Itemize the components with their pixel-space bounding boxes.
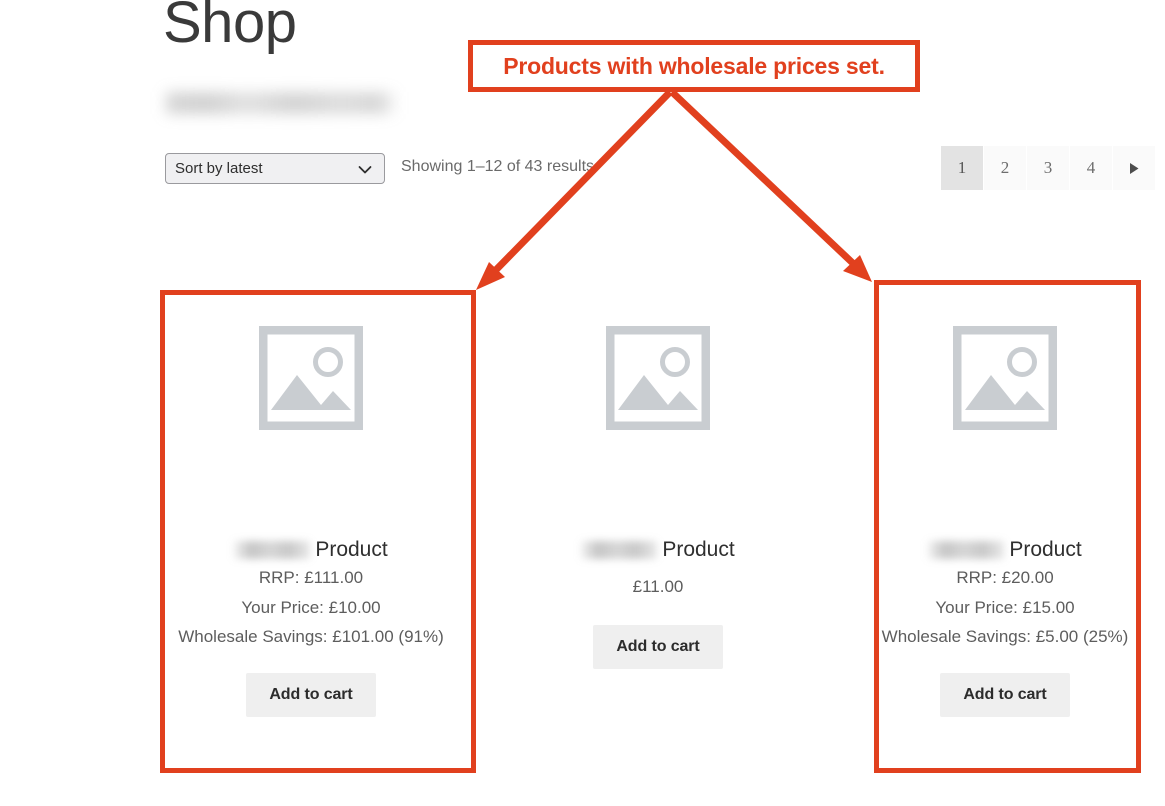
product-rrp: RRP: £111.00 xyxy=(258,568,364,588)
product-card[interactable]: Product £11.00 Add to cart xyxy=(510,230,806,669)
add-to-cart-button[interactable]: Add to cart xyxy=(940,673,1070,717)
pagination: 1 2 3 4 xyxy=(941,146,1155,190)
shop-page: Shop Sort by latest Showing 1–12 of 43 r… xyxy=(0,0,1165,806)
page-title: Shop xyxy=(163,0,297,55)
product-wholesale-savings: Wholesale Savings: £101.00 (91%) xyxy=(178,626,444,646)
pagination-page-1[interactable]: 1 xyxy=(941,146,983,190)
image-placeholder-icon xyxy=(163,230,459,526)
add-to-cart-button[interactable]: Add to cart xyxy=(593,624,723,669)
product-wholesale-savings: Wholesale Savings: £5.00 (25%) xyxy=(881,626,1129,646)
product-title-suffix: Product xyxy=(1009,538,1082,561)
pagination-page-2[interactable]: 2 xyxy=(984,146,1026,190)
product-title[interactable]: Product xyxy=(163,536,459,563)
image-placeholder-icon xyxy=(510,230,806,526)
image-placeholder-icon xyxy=(857,230,1153,526)
result-count: Showing 1–12 of 43 results xyxy=(401,158,595,175)
product-your-price: Your Price: £15.00 xyxy=(935,597,1075,617)
annotation-callout: Products with wholesale prices set. xyxy=(468,40,920,92)
pagination-page-4[interactable]: 4 xyxy=(1070,146,1112,190)
next-page-arrow-icon[interactable] xyxy=(1113,146,1155,190)
redacted-product-name xyxy=(581,540,658,559)
product-price: £11.00 xyxy=(632,577,684,597)
annotation-callout-text: Products with wholesale prices set. xyxy=(503,52,885,79)
product-title[interactable]: Product xyxy=(857,536,1153,563)
product-your-price: Your Price: £10.00 xyxy=(241,597,381,617)
add-to-cart-button[interactable]: Add to cart xyxy=(246,673,376,717)
redacted-subtitle xyxy=(166,92,398,114)
sort-select[interactable]: Sort by latest xyxy=(165,153,385,184)
redacted-product-name xyxy=(928,540,1005,559)
product-title-suffix: Product xyxy=(315,538,388,561)
product-title[interactable]: Product xyxy=(510,536,806,563)
redacted-product-name xyxy=(234,540,311,559)
product-title-suffix: Product xyxy=(662,538,735,561)
product-rrp: RRP: £20.00 xyxy=(956,568,1054,588)
pagination-page-3[interactable]: 3 xyxy=(1027,146,1069,190)
product-card[interactable]: Product RRP: £20.00 Your Price: £15.00 W… xyxy=(857,230,1153,717)
product-card[interactable]: Product RRP: £111.00 Your Price: £10.00 … xyxy=(163,230,459,717)
